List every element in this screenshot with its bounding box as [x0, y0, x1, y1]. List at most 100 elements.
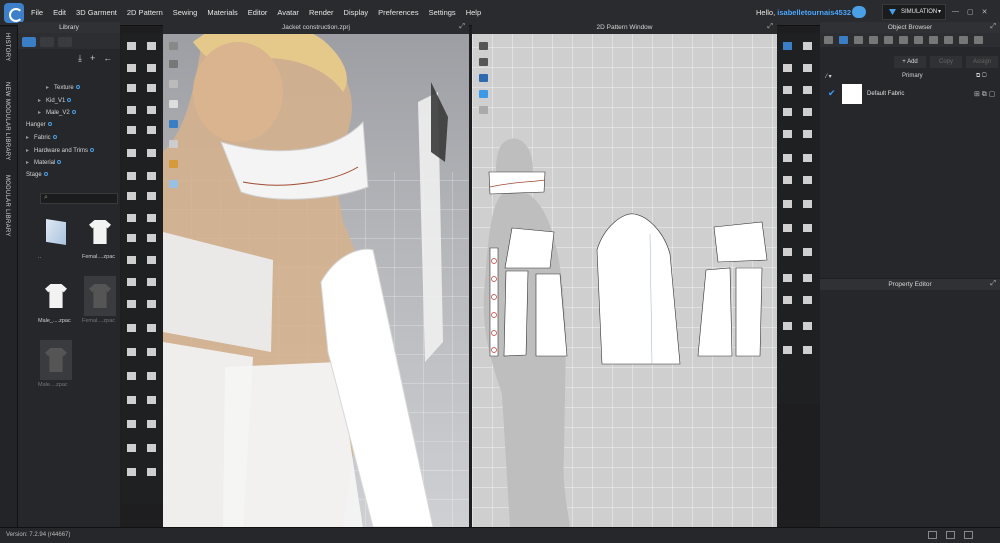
menu-display[interactable]: Display	[344, 8, 369, 17]
tree-item-kid-v1[interactable]: ▸ Kid_V1	[26, 97, 118, 110]
trim-tab-icon[interactable]	[929, 36, 938, 44]
library-search-input[interactable]: ⌕	[40, 193, 118, 204]
fit-map-icon	[127, 348, 136, 356]
hanger-icon[interactable]	[58, 37, 72, 47]
thumbnail-male-tee[interactable]: Male_....zpac	[38, 276, 78, 332]
pattern-back-side-panel[interactable]	[697, 267, 733, 357]
2d-pattern-canvas[interactable]	[472, 34, 777, 528]
layout-single-icon[interactable]	[928, 531, 937, 539]
menu-edit[interactable]: Edit	[53, 8, 66, 17]
fabric-actions-icon[interactable]: ⊞ ⧉ ▢	[974, 90, 995, 99]
pattern-back-panel[interactable]	[735, 267, 763, 357]
tree-item-hanger[interactable]: Hanger	[26, 121, 118, 135]
fabric-list-item[interactable]: ✔ Default Fabric ⊞ ⧉ ▢	[826, 84, 996, 106]
check-sewing-icon	[783, 200, 792, 208]
expand-window-icon[interactable]: ⤢	[767, 23, 773, 31]
graphic-tab-icon[interactable]	[944, 36, 953, 44]
texture-display-icon[interactable]	[169, 80, 178, 88]
tree-item-material[interactable]: ▸ Material	[26, 159, 118, 172]
view-texture-icon[interactable]	[479, 74, 488, 82]
view-fabric-icon[interactable]	[479, 90, 488, 98]
menu-3d-garment[interactable]: 3D Garment	[76, 8, 117, 17]
tree-item-stage[interactable]: Stage	[26, 171, 118, 185]
button-tab-icon[interactable]	[869, 36, 878, 44]
window-3d[interactable]: Jacket construction.zprj ⤢	[163, 22, 469, 528]
favorites-star-icon[interactable]	[22, 37, 36, 47]
menu-file[interactable]: File	[31, 8, 43, 17]
avatar-pose-display-icon[interactable]	[169, 160, 178, 168]
colorway-row[interactable]: ⁄ ▾ Primary ⧉ ▢	[826, 72, 996, 82]
menu-render[interactable]: Render	[309, 8, 334, 17]
copy-button[interactable]: Copy	[930, 56, 962, 68]
measure-tab-icon[interactable]	[959, 36, 968, 44]
expand-panel-icon[interactable]: ⤢	[990, 280, 996, 288]
avatar-display-icon[interactable]	[169, 60, 178, 68]
menu-sewing[interactable]: Sewing	[173, 8, 198, 17]
pattern-front-yoke[interactable]	[504, 227, 555, 269]
tree-item-male-v2[interactable]: ▸ Male_V2	[26, 109, 118, 122]
pattern-front-panel[interactable]	[503, 270, 529, 357]
add-point-icon	[147, 84, 156, 92]
minimize-icon[interactable]: —	[952, 8, 959, 16]
thumbnail-female-tee[interactable]: Femal....zpac	[82, 212, 122, 268]
menu-editor[interactable]: Editor	[248, 8, 268, 17]
view-info-icon[interactable]	[479, 106, 488, 114]
thumbnail-folder[interactable]: ..	[38, 212, 78, 268]
layout-full-icon[interactable]	[964, 531, 973, 539]
expand-window-icon[interactable]: ⤢	[459, 23, 465, 31]
fabric-tab-icon[interactable]	[839, 36, 848, 44]
close-icon[interactable]: ✕	[982, 8, 988, 16]
colorway-options-icon[interactable]: ⧉ ▢	[976, 73, 987, 80]
menu-avatar[interactable]: Avatar	[277, 8, 299, 17]
add-button[interactable]: + Add	[894, 56, 926, 68]
topstitch-tab-icon[interactable]	[899, 36, 908, 44]
view-pattern-icon[interactable]	[479, 42, 488, 50]
cloud-sync-icon[interactable]	[852, 6, 866, 18]
object-browser-toolbar	[820, 33, 1000, 47]
tree-item-fabric[interactable]: ▸ Fabric	[26, 134, 118, 147]
thumbnail-male-dark-tee[interactable]: Male....zpac	[38, 340, 78, 396]
pattern-sleeve[interactable]	[596, 213, 681, 365]
tab-modular-library[interactable]: MODULAR LIBRARY	[4, 175, 10, 237]
menu-2d-pattern[interactable]: 2D Pattern	[127, 8, 163, 17]
grid-display-icon[interactable]	[169, 180, 178, 188]
menu-preferences[interactable]: Preferences	[378, 8, 418, 17]
expand-panel-icon[interactable]: ⤢	[990, 23, 996, 31]
back-icon[interactable]: ←	[103, 53, 112, 64]
view-avatar-icon[interactable]	[479, 58, 488, 66]
menu-materials[interactable]: Materials	[207, 8, 237, 17]
more-tab-icon[interactable]	[974, 36, 983, 44]
assign-button[interactable]: Assign	[966, 56, 998, 68]
buttonhole-tab-icon[interactable]	[884, 36, 893, 44]
pattern-button-placket[interactable]	[489, 247, 499, 357]
thumbnail-female-dark-tee[interactable]: Femal....zpac	[82, 276, 122, 332]
3d-viewport[interactable]	[163, 22, 469, 528]
zipper-tab-icon[interactable]	[914, 36, 923, 44]
avatar-icon[interactable]	[40, 37, 54, 47]
window-2d[interactable]: 2D Pattern Window ⤢	[472, 22, 777, 528]
view-display-icon[interactable]	[169, 42, 178, 50]
expand-arrow-icon: ▸	[26, 135, 30, 141]
mode-selector[interactable]: SIMULATION ▾	[882, 4, 946, 20]
garment-display-icon[interactable]	[169, 100, 178, 108]
add-icon[interactable]: +	[90, 53, 95, 64]
app-logo-icon[interactable]	[4, 3, 24, 23]
tab-new-modular-library[interactable]: NEW MODULAR LIBRARY	[4, 82, 10, 161]
maximize-icon[interactable]: ▢	[967, 8, 974, 16]
filter-icon[interactable]: ⁄ ▾	[826, 73, 832, 80]
list-view-icon[interactable]	[824, 36, 833, 44]
tab-history[interactable]: HISTORY	[4, 33, 10, 62]
puckering-icon	[127, 278, 136, 286]
menu-help[interactable]: Help	[466, 8, 481, 17]
tree-item-texture[interactable]: ▸ Texture	[26, 84, 118, 97]
pattern-tab-icon[interactable]	[854, 36, 863, 44]
fabric-display-icon[interactable]	[169, 120, 178, 128]
pattern-back-yoke[interactable]	[713, 221, 768, 263]
username-link[interactable]: isabelletournais4532	[777, 8, 851, 17]
thickness-display-icon[interactable]	[169, 140, 178, 148]
toolbar-3d-icons	[127, 42, 156, 476]
tree-item-hardware-and-trims[interactable]: ▸ Hardware and Trims	[26, 147, 118, 160]
download-icon[interactable]: ⤓	[78, 53, 82, 64]
menu-settings[interactable]: Settings	[429, 8, 456, 17]
layout-split-icon[interactable]	[946, 531, 955, 539]
